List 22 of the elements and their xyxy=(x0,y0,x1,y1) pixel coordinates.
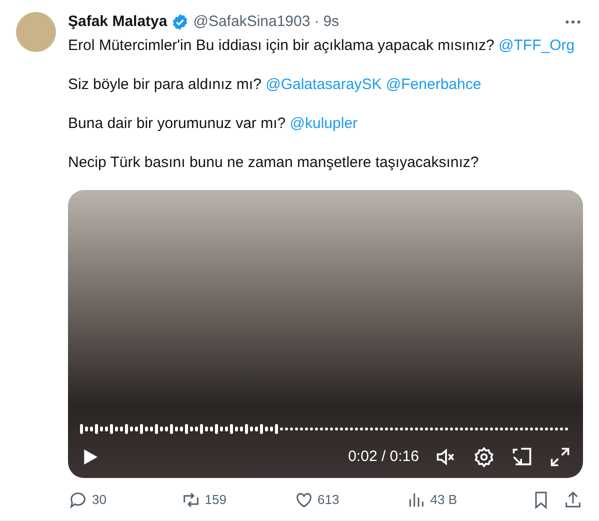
repost-count: 159 xyxy=(204,491,226,510)
post-text: Siz böyle bir para aldınız mı? @GalatasaraySK @Fenerbahce xyxy=(68,75,482,95)
video-time: 0:02 / 0:16 xyxy=(348,446,419,466)
heart-icon[interactable] xyxy=(294,490,314,510)
share-icon[interactable] xyxy=(563,490,583,510)
reply-count: 30 xyxy=(92,491,106,510)
post-text: Erol Mütercimler'in Bu iddiası için bir açıklama yapacak mısınız? @TFF_Org xyxy=(68,36,576,56)
fullscreen-icon[interactable] xyxy=(549,446,571,468)
author-name[interactable]: Şafak Malatya xyxy=(68,10,168,34)
audio-waveform-scrubber[interactable] xyxy=(80,422,570,436)
picture-in-picture-icon[interactable] xyxy=(511,446,533,468)
like-count: 613 xyxy=(318,491,340,510)
speech-bubble-icon[interactable] xyxy=(68,490,88,510)
settings-icon[interactable] xyxy=(473,446,495,468)
separator-dot: · xyxy=(314,12,320,32)
post-text: Necip Türk basını bunu ne zaman manşetlere taşıyacaksınız? xyxy=(68,153,480,173)
video-player[interactable]: 0:02 / 0:16 xyxy=(68,190,583,478)
author-handle[interactable]: @SafakSina1903 xyxy=(193,10,310,34)
views-count: 43 B xyxy=(430,491,457,510)
repost-arrows-icon[interactable] xyxy=(180,490,201,510)
post-text: Buna dair bir yorumunuz var mı? @kulupler xyxy=(68,114,359,134)
post-time[interactable]: 9s xyxy=(323,10,340,34)
